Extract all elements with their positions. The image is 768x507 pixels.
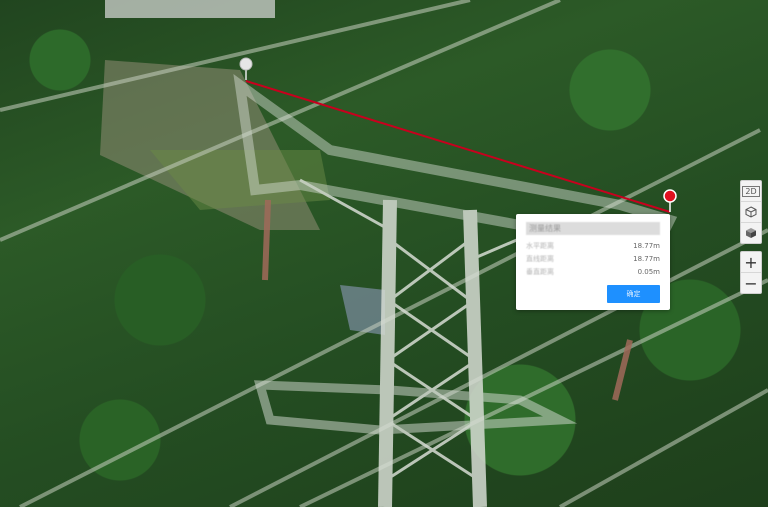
popup-title: 测量结果 [526, 222, 660, 235]
solid-cube-icon [746, 228, 756, 238]
cube-icon [745, 206, 757, 218]
row-label: 垂直距离 [526, 268, 554, 276]
view-3d-button[interactable] [741, 202, 761, 223]
zoom-controls: + − [740, 251, 762, 294]
straight-distance-row: 直线距离 18.77m [526, 253, 660, 265]
horizontal-distance-row: 水平距离 18.77m [526, 240, 660, 252]
row-label: 水平距离 [526, 242, 554, 250]
view-2d-label: 2D [742, 185, 760, 197]
zoom-out-button[interactable]: − [741, 273, 761, 293]
confirm-button[interactable]: 确定 [607, 285, 660, 303]
row-value: 18.77m [633, 255, 660, 263]
view-solid-button[interactable] [741, 223, 761, 243]
row-value: 0.05m [637, 268, 660, 276]
building-roof [105, 0, 275, 18]
zoom-in-button[interactable]: + [741, 252, 761, 273]
water-patch [340, 285, 385, 335]
measurement-result-popup: 测量结果 水平距离 18.77m 直线距离 18.77m 垂直距离 0.05m … [516, 214, 670, 310]
view-toolbar: 2D [740, 180, 762, 244]
row-value: 18.77m [633, 242, 660, 250]
view-2d-button[interactable]: 2D [741, 181, 761, 202]
row-label: 直线距离 [526, 255, 554, 263]
vertical-distance-row: 垂直距离 0.05m [526, 266, 660, 278]
end-point-marker[interactable] [663, 189, 677, 212]
